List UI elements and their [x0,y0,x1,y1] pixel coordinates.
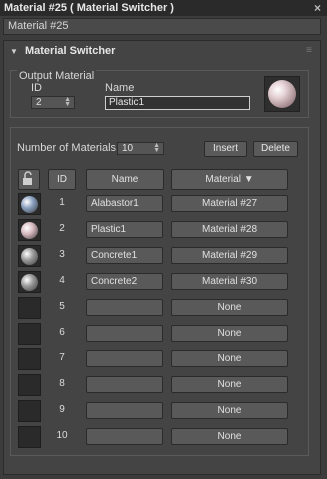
table-row: 7 None [11,348,327,371]
row-material-button[interactable]: None [171,376,288,394]
row-name-field[interactable] [86,298,163,316]
row-material-button[interactable]: None [171,324,288,342]
output-name-input[interactable]: Plastic1 [105,96,250,110]
materials-list-group: Number of Materials 10 ▲ ▼ Insert Delete … [10,127,309,456]
row-id: 8 [59,378,65,390]
table-row: 3 Concrete1 Material #29 [11,244,327,267]
material-swatch[interactable] [18,374,41,397]
row-id: 1 [59,197,65,208]
row-material-button[interactable]: None [171,428,288,446]
rollout-grip-icon: ≡ [306,45,312,56]
material-switcher-rollout: ▼ Material Switcher ≡ Output Material ID… [3,40,321,475]
row-id: 3 [59,248,65,260]
row-id: 2 [59,222,65,234]
delete-button[interactable]: Delete [253,141,298,157]
table-row: 10 None [11,426,327,449]
row-name-field[interactable] [86,402,163,420]
row-id: 6 [59,326,65,338]
row-id: 10 [56,430,68,442]
row-id: 5 [59,300,65,312]
num-materials-spinner[interactable]: 10 ▲ ▼ [117,142,164,155]
window-titlebar: Material #25 ( Material Switcher ) × [0,0,327,16]
row-material-button[interactable]: None [171,298,288,316]
row-name-field[interactable]: Concrete2 [86,272,163,290]
lock-icon[interactable] [18,169,40,190]
material-swatch[interactable] [18,193,41,215]
row-name-field[interactable] [86,376,163,394]
output-id-label: ID [31,82,42,94]
output-id-value: 2 [36,97,42,108]
row-material-button[interactable]: Material #30 [171,272,288,290]
collapse-arrow-icon[interactable]: ▼ [10,47,18,56]
row-name-field[interactable]: Concrete1 [86,246,163,264]
material-sphere-icon [21,221,38,239]
material-sphere-icon [268,80,296,108]
output-id-spinner[interactable]: 2 ▲ ▼ [31,96,75,109]
material-sphere-icon [21,273,38,291]
row-id: 9 [59,404,65,416]
row-name-field[interactable] [86,428,163,446]
output-name-label: Name [105,82,135,94]
material-swatch[interactable] [18,244,41,267]
material-swatch[interactable] [18,322,41,345]
insert-button[interactable]: Insert [204,141,247,157]
table-row: 5 None [11,296,327,319]
material-swatch[interactable] [18,426,41,449]
material-swatch[interactable] [18,348,41,371]
row-name-field[interactable]: Plastic1 [86,220,163,238]
output-material-group: Output Material ID 2 ▲ ▼ Name Plastic1 [10,70,309,118]
material-sphere-icon [21,247,38,265]
row-name-field[interactable] [86,324,163,342]
table-row: 6 None [11,322,327,345]
name-column-header[interactable]: Name [86,169,164,190]
row-material-button[interactable]: Material #28 [171,220,288,238]
output-material-label: Output Material [17,70,97,82]
material-name-field[interactable]: Material #25 [3,18,321,35]
material-swatch[interactable] [18,270,41,293]
row-material-button[interactable]: None [171,402,288,420]
table-row: 8 None [11,374,327,397]
material-sphere-icon [21,196,38,213]
rollout-title: Material Switcher [24,45,116,57]
row-material-button[interactable]: Material #29 [171,246,288,264]
material-swatch[interactable] [18,218,41,241]
material-swatch[interactable] [18,296,41,319]
spinner-arrows-icon[interactable]: ▲ ▼ [153,142,160,154]
material-column-header[interactable]: Material ▼ [171,169,288,190]
table-row: 1 Alabastor1 Material #27 [11,193,327,215]
material-swatch[interactable] [18,400,41,423]
output-material-swatch[interactable] [264,76,300,112]
id-column-header[interactable]: ID [48,169,76,190]
table-row: 4 Concrete2 Material #30 [11,270,327,293]
rollout-header[interactable]: ▼ Material Switcher ≡ [4,41,320,61]
num-materials-label: Number of Materials [17,142,117,154]
window-title: Material #25 ( Material Switcher ) [4,2,174,14]
row-id: 7 [59,352,65,364]
num-materials-value: 10 [122,143,134,154]
row-material-button[interactable]: Material #27 [171,195,288,212]
row-name-field[interactable]: Alabastor1 [86,195,163,212]
row-id: 4 [59,274,65,286]
table-row: 9 None [11,400,327,423]
row-material-button[interactable]: None [171,350,288,368]
spinner-arrows-icon[interactable]: ▲ ▼ [64,96,71,108]
row-name-field[interactable] [86,350,163,368]
close-icon[interactable]: × [314,0,321,16]
table-row: 2 Plastic1 Material #28 [11,218,327,241]
